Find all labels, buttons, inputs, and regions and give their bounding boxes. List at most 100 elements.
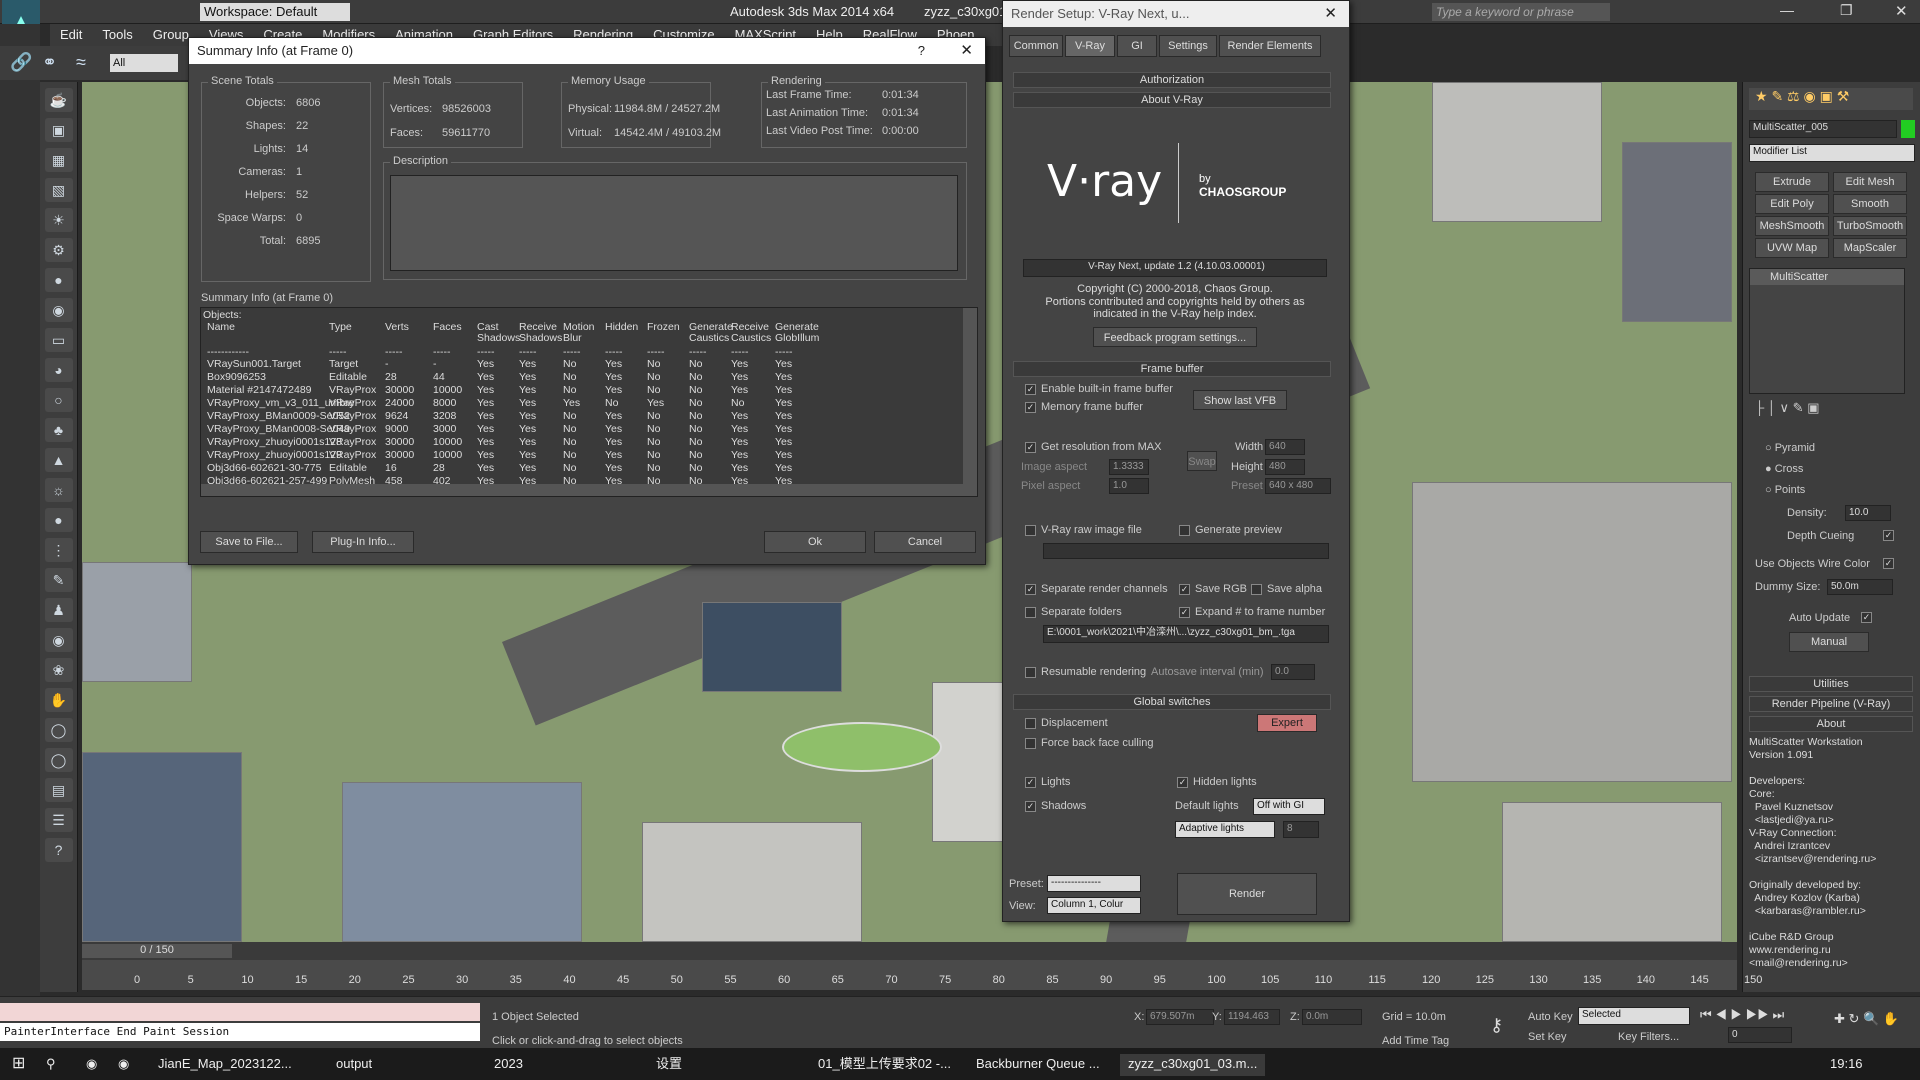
radio-pyramid[interactable]: ○ Pyramid [1765, 442, 1815, 454]
menu-edit[interactable]: Edit [50, 24, 92, 45]
rollout-utilities[interactable]: Utilities [1749, 676, 1913, 692]
maxscript-listener-input[interactable] [0, 1003, 480, 1021]
close-icon[interactable]: ✕ [1895, 2, 1908, 20]
memory-fb-checkbox[interactable]: ✓ [1025, 402, 1036, 413]
ok-button[interactable]: Ok [764, 531, 866, 553]
default-lights-select[interactable]: Off with GI [1253, 798, 1325, 815]
density-field[interactable]: 10.0 [1845, 505, 1891, 521]
radio-cross[interactable]: ● Cross [1765, 463, 1803, 475]
horizontal-scrollbar[interactable] [201, 484, 977, 496]
smooth-button[interactable]: Smooth [1833, 194, 1907, 214]
globe-icon[interactable]: ◉ [44, 628, 73, 652]
mapscaler-button[interactable]: MapScaler [1833, 238, 1907, 258]
playback-controls[interactable]: ⏮ ◀ ▶ ▶▶ ⏭ [1700, 1007, 1784, 1023]
bind-warp-icon[interactable]: ≈ [76, 52, 86, 73]
preview-checkbox[interactable] [1179, 525, 1190, 536]
close-icon[interactable]: ✕ [960, 41, 973, 59]
modifier-stack[interactable]: MultiScatter [1749, 268, 1905, 394]
vertical-scrollbar[interactable] [963, 308, 977, 496]
rollout-global-switches[interactable]: Global switches [1013, 694, 1331, 710]
link-icon[interactable]: 🔗 [10, 52, 32, 73]
set-key-button[interactable]: Set Key [1528, 1031, 1567, 1043]
cancel-button[interactable]: Cancel [874, 531, 976, 553]
turbosmooth-button[interactable]: TurboSmooth [1833, 216, 1907, 236]
taskbar-item-active[interactable]: zyzz_c30xg01_03.m... [1120, 1054, 1266, 1076]
object-color-swatch[interactable] [1901, 120, 1915, 138]
z-field[interactable]: 0.0m [1302, 1009, 1362, 1025]
meshsmooth-button[interactable]: MeshSmooth [1755, 216, 1829, 236]
preset-select[interactable]: 640 x 480 [1265, 478, 1331, 494]
taskbar-item[interactable]: JianE_Map_2023122... [158, 1054, 292, 1076]
raw-checkbox[interactable] [1025, 525, 1036, 536]
time-slider[interactable]: 0 / 150 [82, 942, 1737, 960]
manual-button[interactable]: Manual [1789, 632, 1869, 652]
grid-icon[interactable]: ▦ [44, 148, 73, 172]
depth-cueing-checkbox[interactable]: ✓ [1883, 530, 1894, 541]
sun-icon[interactable]: ☼ [44, 478, 73, 502]
stack-item[interactable]: MultiScatter [1750, 269, 1904, 285]
info-icon[interactable]: ? [44, 838, 73, 862]
force-back-checkbox[interactable] [1025, 738, 1036, 749]
render-button[interactable]: Render [1177, 873, 1317, 915]
rollout-authorization[interactable]: Authorization [1013, 72, 1331, 88]
tab-vray[interactable]: V-Ray [1065, 35, 1115, 57]
extrude-button[interactable]: Extrude [1755, 172, 1829, 192]
key-icon[interactable]: ⚷ [1490, 1015, 1503, 1036]
selection-filter[interactable]: All [110, 54, 178, 72]
ball-icon[interactable]: ● [44, 508, 73, 532]
start-icon[interactable]: ⊞ [12, 1054, 25, 1076]
search-icon[interactable]: ⚲ [46, 1054, 56, 1076]
use-wire-checkbox[interactable]: ✓ [1883, 558, 1894, 569]
view-select[interactable]: Column 1, Colur [1047, 897, 1141, 914]
sphere-icon[interactable]: ● [44, 268, 73, 292]
minimize-icon[interactable]: — [1780, 2, 1794, 18]
objects-table[interactable]: Objects: Name ------------ Type ----- Verts -… [200, 307, 978, 497]
rollout-about-vray[interactable]: About V-Ray [1013, 92, 1331, 108]
taskbar-item[interactable]: 2023 [494, 1054, 523, 1076]
edit-mesh-button[interactable]: Edit Mesh [1833, 172, 1907, 192]
tab-gi[interactable]: GI [1117, 35, 1157, 57]
taskbar-item[interactable]: Backburner Queue ... [976, 1054, 1100, 1076]
description-textarea[interactable] [390, 175, 958, 271]
key-mode-select[interactable]: Selected [1578, 1007, 1690, 1025]
height-field[interactable]: 480 [1265, 459, 1305, 475]
swap-button[interactable]: Swap [1187, 451, 1217, 471]
dome-icon[interactable]: ◕ [44, 358, 73, 382]
autosave-field[interactable]: 0.0 [1271, 664, 1315, 680]
taskbar-item[interactable]: output [336, 1054, 372, 1076]
app-icon[interactable]: ◉ [86, 1054, 97, 1076]
time-slider-thumb[interactable]: 0 / 150 [82, 944, 232, 958]
edit-poly-button[interactable]: Edit Poly [1755, 194, 1829, 214]
uvw-map-button[interactable]: UVW Map [1755, 238, 1829, 258]
save-alpha-checkbox[interactable] [1251, 584, 1262, 595]
shadows-checkbox[interactable]: ✓ [1025, 801, 1036, 812]
taskbar-item[interactable]: 设置 [656, 1054, 682, 1076]
auto-update-checkbox[interactable]: ✓ [1861, 612, 1872, 623]
width-field[interactable]: 640 [1265, 439, 1305, 455]
save-rgb-checkbox[interactable]: ✓ [1179, 584, 1190, 595]
lights-checkbox[interactable]: ✓ [1025, 777, 1036, 788]
add-time-tag[interactable]: Add Time Tag [1382, 1035, 1449, 1047]
sphere2-icon[interactable]: ◯ [44, 748, 73, 772]
key-filters-button[interactable]: Key Filters... [1618, 1031, 1679, 1043]
get-res-checkbox[interactable]: ✓ [1025, 442, 1036, 453]
tab-render-elements[interactable]: Render Elements [1219, 35, 1321, 57]
object-name-field[interactable]: MultiScatter_005 [1749, 120, 1897, 138]
plugin-info-button[interactable]: Plug-In Info... [312, 531, 414, 553]
hidden-lights-checkbox[interactable]: ✓ [1177, 777, 1188, 788]
expand-checkbox[interactable]: ✓ [1179, 607, 1190, 618]
palm-icon[interactable]: ♣ [44, 418, 73, 442]
cube-icon[interactable]: ▤ [44, 778, 73, 802]
aspect-field[interactable]: 1.3333 [1109, 459, 1149, 475]
rollout-render-pipeline[interactable]: Render Pipeline (V-Ray) [1749, 696, 1913, 712]
viewport-nav-icons[interactable]: ✚ ↻ 🔍 ✋ [1834, 1011, 1899, 1027]
menu-tools[interactable]: Tools [92, 24, 142, 45]
plane-icon[interactable]: ▭ [44, 328, 73, 352]
tab-common[interactable]: Common [1009, 35, 1063, 57]
unlink-icon[interactable]: ⚭ [42, 52, 57, 73]
pixel-aspect-field[interactable]: 1.0 [1109, 478, 1149, 494]
sep-channels-checkbox[interactable]: ✓ [1025, 584, 1036, 595]
rollout-about[interactable]: About [1749, 716, 1913, 732]
search-input[interactable]: Type a keyword or phrase [1432, 3, 1610, 21]
x-field[interactable]: 679.507m [1146, 1009, 1214, 1025]
